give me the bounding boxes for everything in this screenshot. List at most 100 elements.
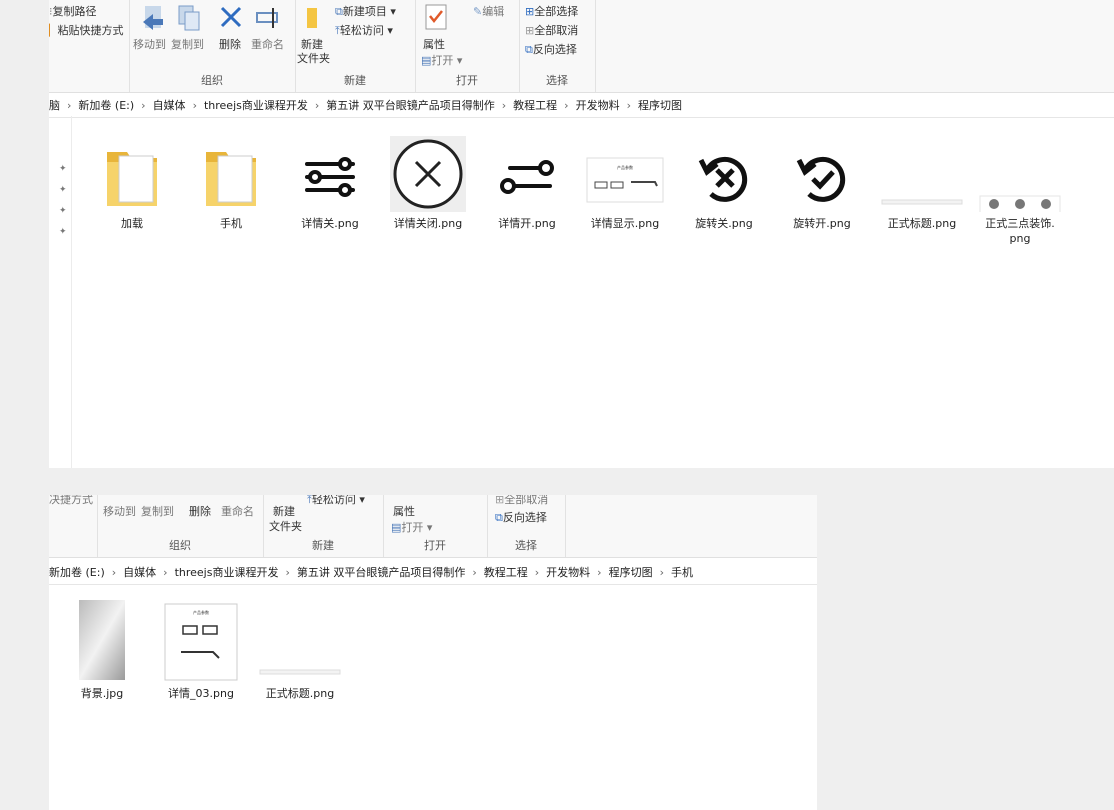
- group-label-select: 选择: [515, 539, 537, 552]
- file-item[interactable]: 详情关.png: [285, 138, 375, 231]
- copy-to-icon: [178, 5, 200, 31]
- file-item[interactable]: 手机: [186, 138, 276, 231]
- breadcrumb-item[interactable]: 自媒体: [123, 566, 156, 579]
- rotate-x-icon: [689, 138, 759, 212]
- ribbon-group-select: ⊞全部选择 ⊞全部取消 ⧉反向选择 选择: [519, 0, 596, 92]
- select-none-button[interactable]: ⊞全部取消: [495, 495, 548, 507]
- breadcrumb-item[interactable]: threejs商业课程开发: [175, 566, 279, 579]
- breadcrumb-item[interactable]: 程序切图: [638, 99, 682, 112]
- svg-text:产品参数: 产品参数: [193, 609, 209, 615]
- pin-icon[interactable]: ✦: [59, 164, 67, 174]
- paste-shortcut-button[interactable]: ▏粘贴快捷方式: [49, 22, 123, 38]
- file-name: 背景.jpg: [80, 687, 124, 700]
- folder-icon: [196, 138, 266, 212]
- ribbon-group-new: 新建 文件夹 ⤒轻松访问 ▾ 新建: [263, 495, 384, 557]
- breadcrumb-separator-icon: ›: [659, 566, 664, 579]
- open-icon: ▤: [421, 54, 432, 67]
- title-strip-icon: [881, 138, 963, 212]
- invert-selection-button[interactable]: ⧉反向选择: [525, 41, 577, 57]
- invert-selection-button[interactable]: ⧉反向选择: [495, 509, 547, 525]
- breadcrumb[interactable]: 脑 › 新加卷 (E:) › 自媒体 › threejs商业课程开发 › 第五讲 双平台眼镜产品…: [49, 95, 1114, 118]
- ribbon-group-organize: 移动到 复制到 删除 重命名 组织: [129, 0, 296, 92]
- ribbon-group-open: 属性 ▤打开 ▾ 打开: [383, 495, 488, 557]
- move-to-button[interactable]: 移动到: [133, 36, 166, 52]
- rename-button[interactable]: 重命名: [221, 503, 254, 519]
- breadcrumb-separator-icon: ›: [111, 566, 117, 579]
- file-item[interactable]: 加载: [87, 138, 177, 231]
- file-item[interactable]: 正式标题.png: [255, 598, 345, 701]
- file-name: 手机: [220, 217, 242, 230]
- properties-button[interactable]: 属性: [393, 503, 415, 519]
- delete-button[interactable]: 删除: [189, 503, 211, 519]
- easy-access-button[interactable]: ⤒轻松访问 ▾: [335, 22, 393, 38]
- breadcrumb-item[interactable]: 脑: [49, 99, 60, 112]
- breadcrumb-item[interactable]: 手机: [671, 566, 693, 579]
- delete-button[interactable]: 删除: [219, 36, 241, 52]
- breadcrumb-separator-icon: ›: [285, 566, 290, 579]
- copy-to-button[interactable]: 复制到: [141, 503, 174, 519]
- file-item[interactable]: 背景.jpg: [57, 598, 147, 701]
- paste-shortcut-button[interactable]: 决捷方式: [49, 495, 93, 507]
- breadcrumb-item[interactable]: 第五讲 双平台眼镜产品项目得制作: [297, 566, 466, 579]
- svg-text:产品参数: 产品参数: [617, 164, 633, 170]
- file-item[interactable]: 旋转开.png: [777, 138, 867, 231]
- pin-icon[interactable]: ✦: [59, 206, 67, 216]
- edit-button[interactable]: ✎编辑: [473, 3, 504, 19]
- rotate-check-icon: [787, 138, 857, 212]
- breadcrumb-item[interactable]: 程序切图: [609, 566, 653, 579]
- select-none-button[interactable]: ⊞全部取消: [525, 22, 578, 38]
- explorer-window-main: ⁝复制路径 ▏粘贴快捷方式 移动到 复制到 删除 重命名 组织 新建 文件夹 ⧉…: [49, 0, 1114, 468]
- file-item[interactable]: 正式三点装饰. png: [975, 138, 1065, 246]
- rename-button[interactable]: 重命名: [251, 36, 284, 52]
- easy-access-button[interactable]: ⤒轻松访问 ▾: [307, 495, 365, 507]
- pin-icon[interactable]: ✦: [59, 185, 67, 195]
- breadcrumb-item[interactable]: 第五讲 双平台眼镜产品项目得制作: [326, 99, 495, 112]
- product-detail-icon: 产品参数: [164, 598, 238, 682]
- breadcrumb-item[interactable]: threejs商业课程开发: [204, 99, 308, 112]
- open-button[interactable]: ▤打开 ▾: [391, 519, 432, 535]
- breadcrumb-item[interactable]: 自媒体: [153, 99, 186, 112]
- copy-path-button[interactable]: ⁝复制路径: [49, 3, 97, 19]
- breadcrumb-item[interactable]: 开发物料: [576, 99, 620, 112]
- file-item[interactable]: 详情开.png: [482, 138, 572, 231]
- invert-selection-icon: ⧉: [525, 43, 533, 56]
- select-all-icon: ⊞: [525, 5, 535, 18]
- file-item[interactable]: 旋转关.png: [679, 138, 769, 231]
- new-item-icon: ⧉: [335, 5, 343, 18]
- new-folder-line2[interactable]: 文件夹: [269, 518, 302, 534]
- new-folder-line2[interactable]: 文件夹: [297, 50, 330, 66]
- breadcrumb-item[interactable]: 新加卷 (E:): [78, 99, 134, 112]
- breadcrumb-item[interactable]: 开发物料: [546, 566, 590, 579]
- breadcrumb-separator-icon: ›: [472, 566, 477, 579]
- select-none-icon: ⊞: [525, 24, 535, 37]
- breadcrumb[interactable]: 新加卷 (E:) › 自媒体 › threejs商业课程开发 › 第五讲 双平台眼镜产品项目…: [49, 562, 817, 585]
- copy-to-button[interactable]: 复制到: [171, 36, 204, 52]
- file-item[interactable]: 产品参数 详情_03.png: [156, 598, 246, 701]
- breadcrumb-item[interactable]: 教程工程: [513, 99, 557, 112]
- breadcrumb-separator-icon: ›: [626, 99, 631, 112]
- properties-button[interactable]: 属性: [423, 36, 445, 52]
- breadcrumb-item[interactable]: 新加卷 (E:): [49, 566, 105, 579]
- open-button[interactable]: ▤打开 ▾: [421, 52, 462, 68]
- move-to-button[interactable]: 移动到: [103, 503, 136, 519]
- file-name: 详情开.png: [498, 217, 556, 230]
- ribbon-group-new: 新建 文件夹 ⧉新建项目 ▾ ⤒轻松访问 ▾ 新建: [295, 0, 416, 92]
- new-folder-line1[interactable]: 新建: [273, 503, 295, 519]
- breadcrumb-separator-icon: ›: [141, 99, 146, 112]
- select-none-icon: ⊞: [495, 495, 505, 506]
- file-item[interactable]: 详情关闭.png: [383, 128, 473, 231]
- file-name: 正式标题.png: [265, 687, 335, 700]
- breadcrumb-separator-icon: ›: [163, 566, 168, 579]
- group-label-organize: 组织: [201, 74, 223, 87]
- file-item[interactable]: 正式标题.png: [877, 138, 967, 231]
- move-to-icon: [143, 6, 163, 30]
- new-item-button[interactable]: ⧉新建项目 ▾: [335, 3, 396, 19]
- file-item[interactable]: 产品参数 详情显示.png: [580, 138, 670, 231]
- file-name: 详情关闭.png: [393, 217, 463, 230]
- select-all-button[interactable]: ⊞全部选择: [525, 3, 578, 19]
- file-name: 正式标题.png: [887, 217, 957, 230]
- group-label-new: 新建: [312, 539, 334, 552]
- pin-icon[interactable]: ✦: [59, 227, 67, 237]
- sliders-off-icon: [295, 138, 365, 212]
- breadcrumb-item[interactable]: 教程工程: [484, 566, 528, 579]
